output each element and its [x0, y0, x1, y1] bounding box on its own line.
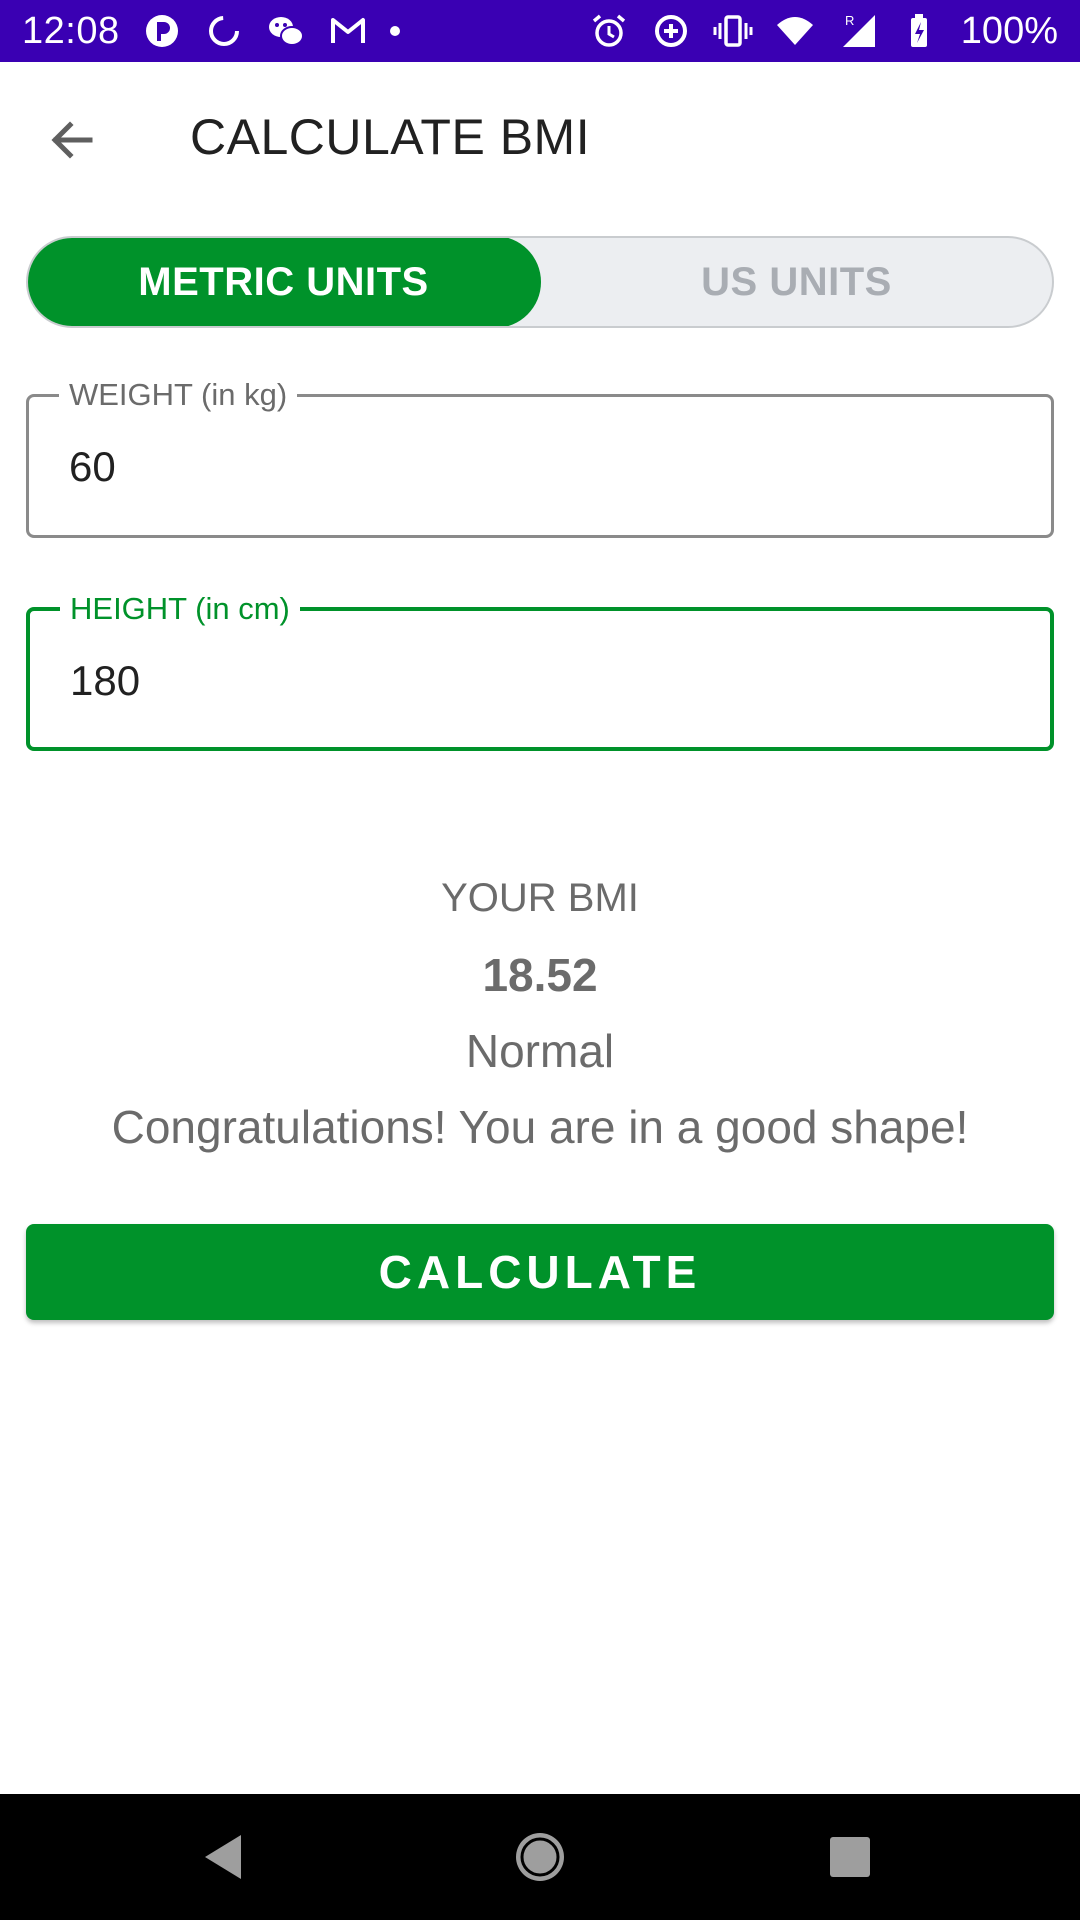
weight-input[interactable] — [69, 443, 969, 491]
bmi-result-label: YOUR BMI — [441, 876, 639, 920]
metric-units-tab[interactable]: METRIC UNITS — [28, 238, 541, 326]
weight-field[interactable]: WEIGHT (in kg) — [26, 375, 1054, 538]
alarm-icon — [589, 11, 629, 51]
bmi-category: Normal — [465, 1025, 615, 1077]
wechat-icon — [266, 11, 306, 51]
unit-toggle: US UNITS METRIC UNITS — [26, 236, 1054, 328]
calculate-button[interactable]: CALCULATE — [26, 1224, 1054, 1320]
sync-icon — [204, 11, 244, 51]
nav-back-button[interactable] — [190, 1822, 260, 1892]
bmi-message: Congratulations! You are in a good shape… — [111, 1101, 969, 1153]
height-input[interactable] — [70, 657, 970, 705]
status-bar: 12:08 R 100% — [0, 0, 1080, 62]
height-field[interactable]: HEIGHT (in cm) — [26, 589, 1054, 751]
status-time: 12:08 — [22, 9, 120, 52]
notification-dot-icon — [389, 26, 400, 36]
signal-roaming-icon: R — [837, 11, 877, 51]
app-bar: CALCULATE BMI — [0, 62, 1080, 212]
bmi-result-value: 18.52 — [482, 949, 598, 1001]
nav-recents-button[interactable] — [815, 1822, 885, 1892]
gmail-icon — [328, 11, 368, 51]
nav-recents-icon — [830, 1837, 870, 1877]
bmi-screen: 12:08 R 100% CALCULATE BMI US UNITS METR… — [0, 0, 1080, 1920]
height-field-label: HEIGHT (in cm) — [60, 589, 300, 629]
weight-field-label: WEIGHT (in kg) — [59, 375, 298, 415]
back-button[interactable] — [30, 100, 114, 184]
p-app-icon — [142, 11, 182, 51]
svg-text:R: R — [845, 13, 854, 28]
nav-home-button[interactable] — [505, 1822, 575, 1892]
us-units-tab[interactable]: US UNITS — [539, 238, 1052, 326]
vibrate-icon — [713, 11, 753, 51]
status-bar-right: R 100% — [589, 10, 1058, 53]
nav-home-icon — [516, 1833, 564, 1881]
navigation-bar — [0, 1794, 1080, 1920]
battery-percent: 100% — [960, 9, 1058, 52]
status-bar-left: 12:08 — [22, 10, 400, 53]
data-saver-icon — [651, 11, 691, 51]
nav-back-icon — [205, 1835, 241, 1879]
battery-charging-icon — [899, 11, 939, 51]
wifi-icon — [775, 11, 815, 51]
page-title: CALCULATE BMI — [190, 109, 591, 165]
arrow-back-icon — [46, 114, 98, 171]
